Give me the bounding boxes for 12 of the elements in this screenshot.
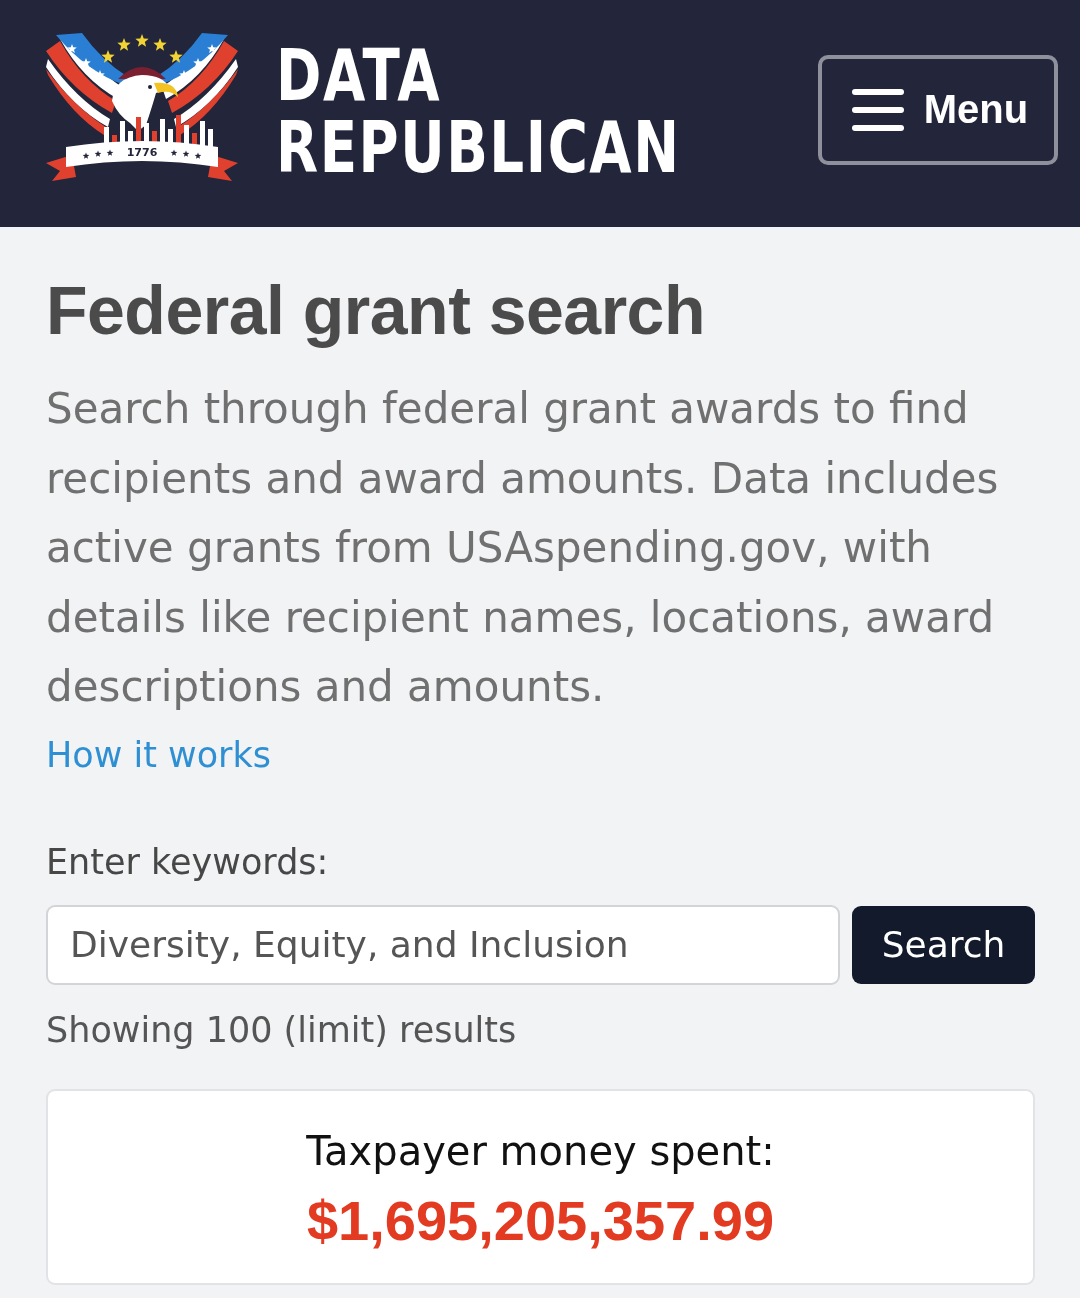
brand-name: DATA REPUBLICAN — [276, 38, 681, 183]
page-title: Federal grant search — [46, 271, 706, 350]
menu-icon — [851, 88, 904, 131]
keywords-label: Enter keywords: — [46, 840, 329, 884]
money-spent-amount: $1,695,205,357.99 — [306, 1190, 775, 1251]
keyword-input[interactable]: Diversity, Equity, and Inclusion — [46, 904, 840, 985]
money-spent-label: Taxpayer money spent: — [306, 1126, 775, 1176]
description-text: Search through federal grant awards to find recipients and award amounts. Data includes active grants from USAspending.gov, with details like recipient names, locations, award descriptions and amounts. — [46, 383, 1000, 713]
results-count-text: Showing 100 (limit) results — [46, 1008, 517, 1052]
menu-button[interactable]: Menu — [818, 54, 1058, 165]
logo-year-text: 1776 — [126, 146, 158, 159]
search-button[interactable]: Search — [852, 905, 1035, 984]
